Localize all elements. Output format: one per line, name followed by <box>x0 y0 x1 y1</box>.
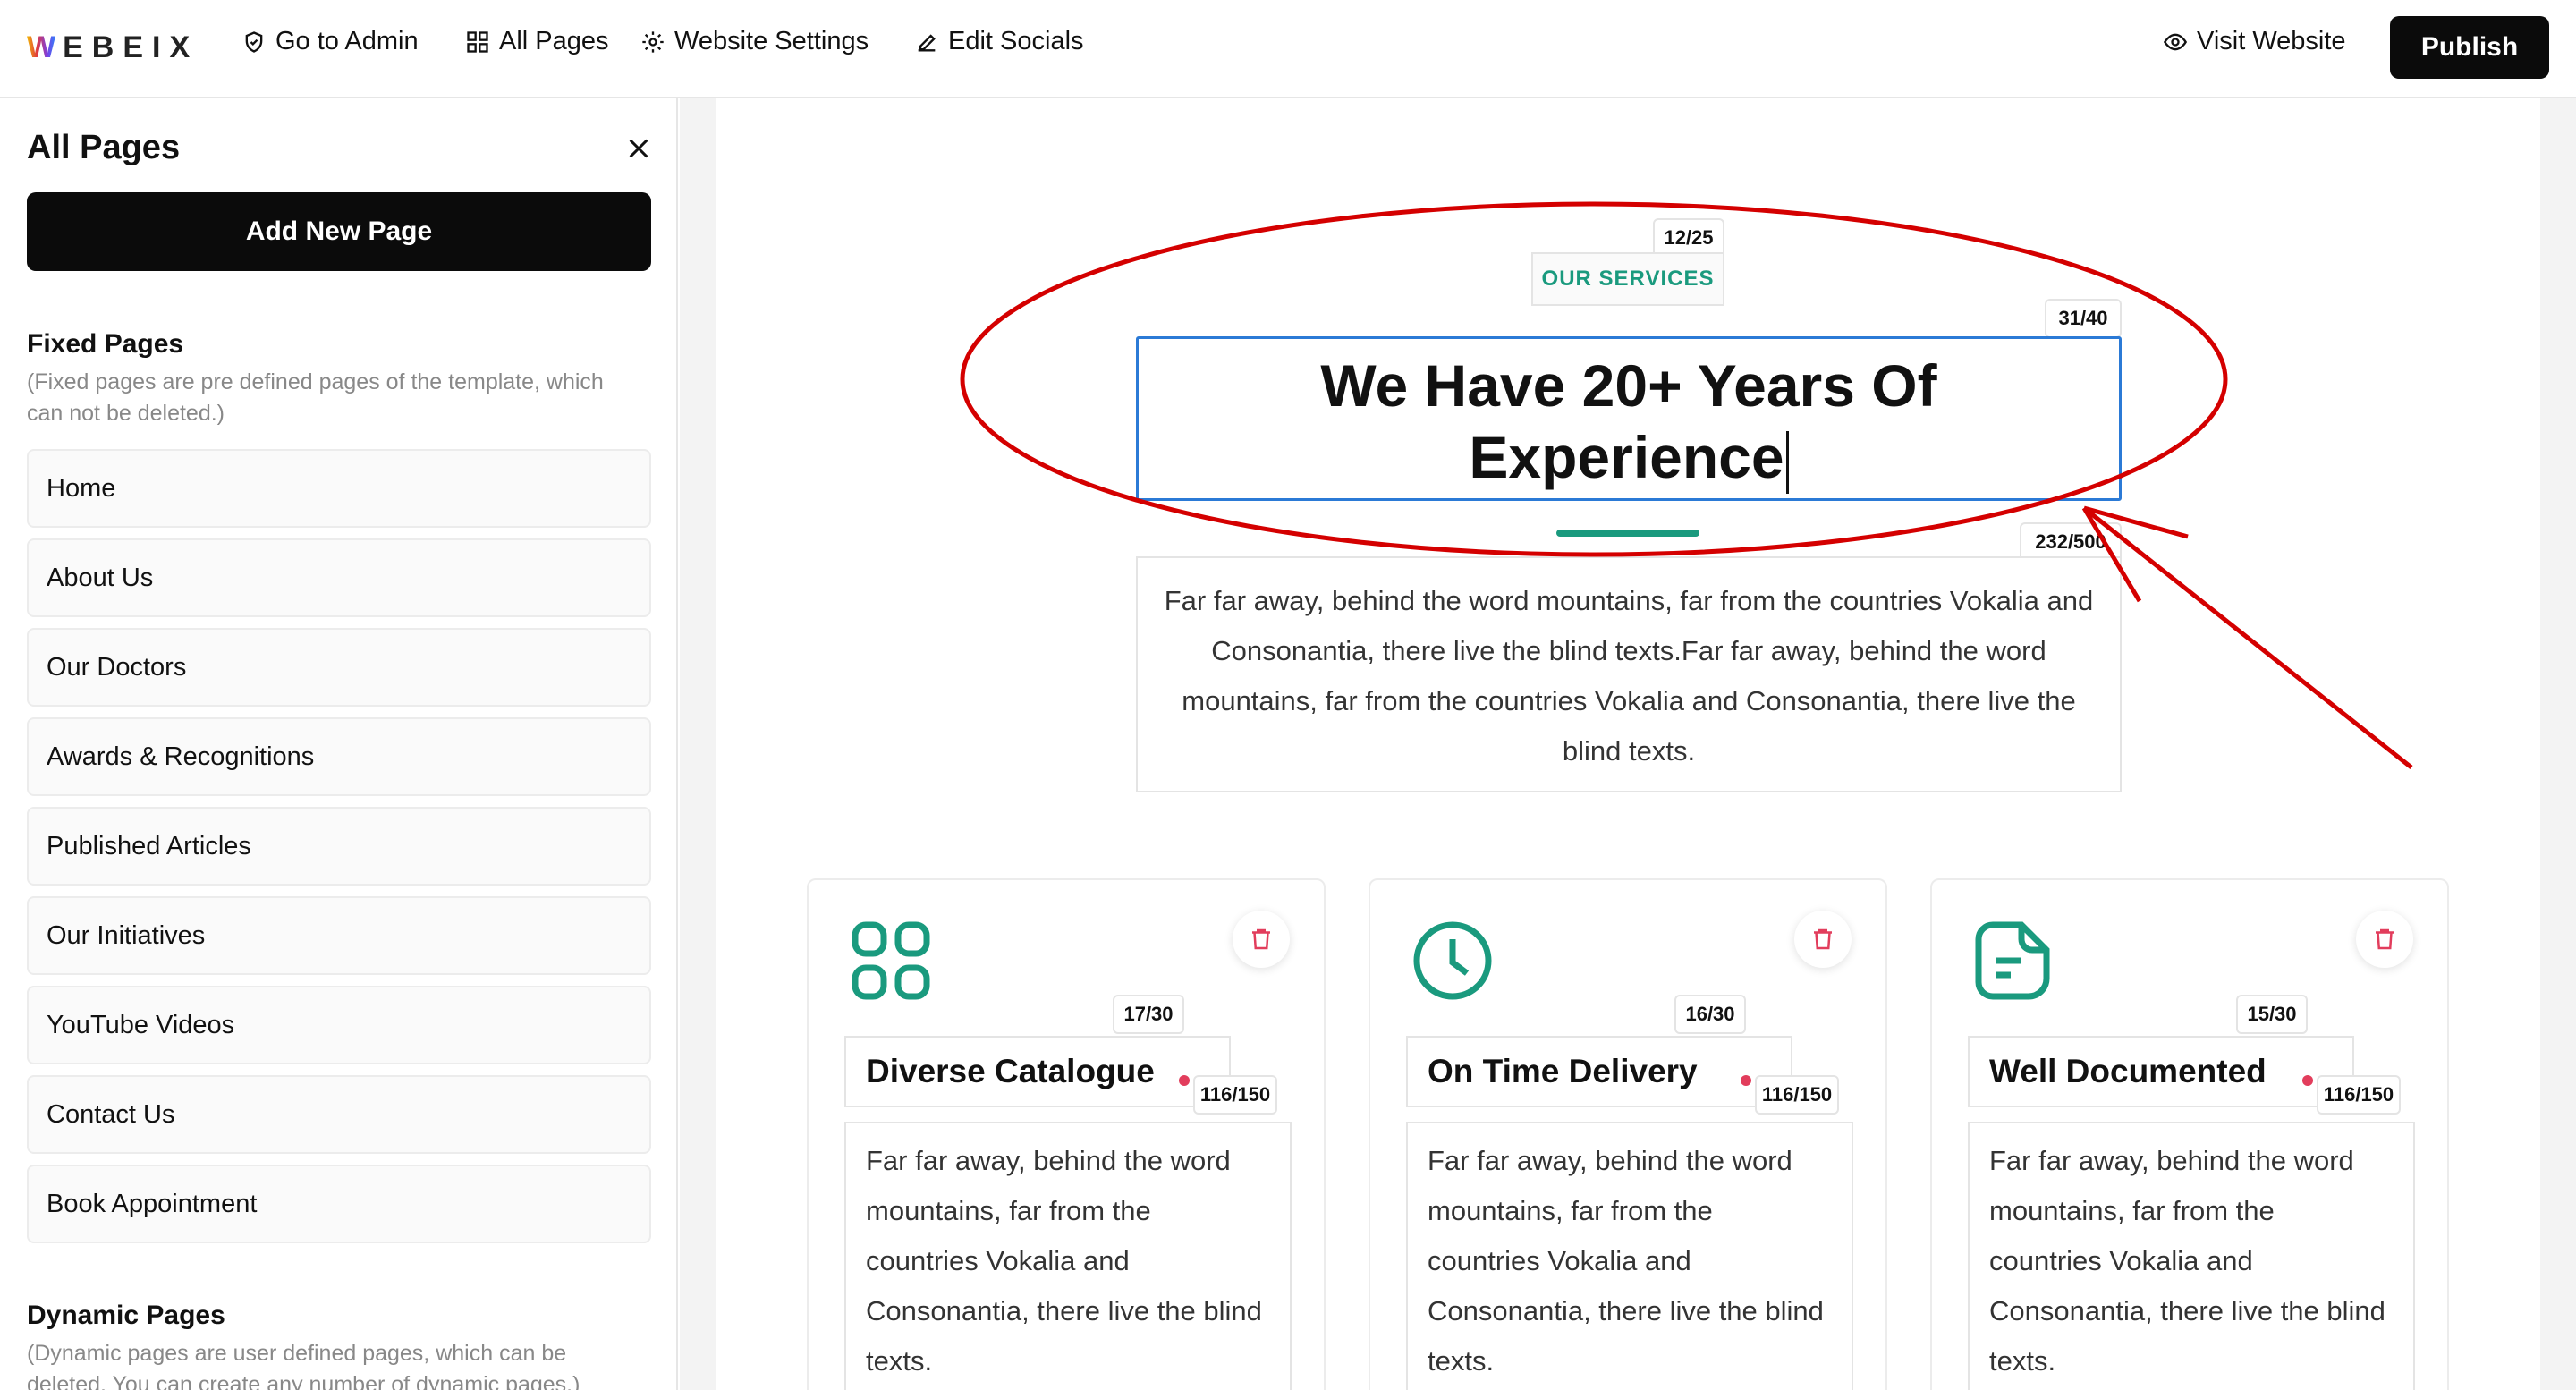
dynamic-pages-note: (Dynamic pages are user defined pages, w… <box>27 1341 580 1390</box>
top-bar: W EBEIX Go to Admin All Pages Website Se… <box>0 0 2576 98</box>
fixed-pages-title: Fixed Pages <box>27 329 184 359</box>
eye-icon <box>2163 33 2188 50</box>
go-to-admin-label: Go to Admin <box>275 27 419 55</box>
sidebar-title: All Pages <box>27 129 181 166</box>
trash-icon <box>1252 928 1270 950</box>
pencil-icon <box>918 33 936 51</box>
edit-socials-link[interactable]: Edit Socials <box>914 27 1084 56</box>
headline-char-counter: 31/40 <box>2045 299 2122 338</box>
website-settings-link[interactable]: Website Settings <box>640 27 869 56</box>
editor-canvas: 12/25 OUR SERVICES 31/40 We Have 20+ Yea… <box>716 98 2540 1390</box>
section-badge-field[interactable]: OUR SERVICES <box>1531 252 1724 306</box>
card-title-counter: 17/30 <box>1113 995 1184 1034</box>
headline-field[interactable]: We Have 20+ Years Of Experience <box>1136 336 2122 501</box>
grid-icon <box>467 30 488 53</box>
dynamic-pages-title: Dynamic Pages <box>27 1301 225 1330</box>
delete-card-button[interactable] <box>2356 911 2413 968</box>
card-title-counter: 16/30 <box>1674 995 1746 1034</box>
page-item-our-initiatives[interactable]: Our Initiatives <box>27 896 651 975</box>
delete-card-button[interactable] <box>1794 911 1852 968</box>
card-body-counter: 116/150 <box>2317 1075 2401 1115</box>
headline-line-1: We Have 20+ Years Of <box>1320 352 1937 419</box>
card-body-field[interactable]: Far far away, behind the word mountains,… <box>1406 1122 1853 1390</box>
unsaved-indicator <box>1179 1075 1190 1086</box>
document-icon <box>1975 921 2050 1000</box>
canvas-gutter-right <box>2540 98 2576 1390</box>
card-body-counter: 116/150 <box>1755 1075 1839 1115</box>
edit-socials-label: Edit Socials <box>948 27 1084 55</box>
card-title-field[interactable]: On Time Delivery <box>1406 1036 1792 1107</box>
card-title-field[interactable]: Well Documented <box>1968 1036 2354 1107</box>
logo-initial: W <box>27 30 58 64</box>
service-card: 17/30 Diverse Catalogue 116/150 Far far … <box>807 878 1326 1390</box>
headline-line-2: Experience <box>1469 424 1784 490</box>
add-new-page-button[interactable]: Add New Page <box>27 192 651 271</box>
page-item-book-appointment[interactable]: Book Appointment <box>27 1165 651 1243</box>
description-field[interactable]: Far far away, behind the word mountains,… <box>1136 556 2122 792</box>
service-card: 15/30 Well Documented 116/150 Far far aw… <box>1930 878 2449 1390</box>
trash-icon <box>2376 928 2394 950</box>
page-item-contact-us[interactable]: Contact Us <box>27 1075 651 1154</box>
delete-card-button[interactable] <box>1233 911 1290 968</box>
card-body-field[interactable]: Far far away, behind the word mountains,… <box>1968 1122 2415 1390</box>
card-body-field[interactable]: Far far away, behind the word mountains,… <box>844 1122 1292 1390</box>
section-underline <box>1556 530 1699 537</box>
headline-line-2-wrap: Experience <box>1469 421 1789 494</box>
page-item-youtube-videos[interactable]: YouTube Videos <box>27 986 651 1064</box>
service-card: 16/30 On Time Delivery 116/150 Far far a… <box>1368 878 1887 1390</box>
page-item-awards[interactable]: Awards & Recognitions <box>27 717 651 796</box>
all-pages-sidebar: All Pages Add New Page Fixed Pages (Fixe… <box>0 98 678 1390</box>
logo-text: EBEIX <box>63 30 199 64</box>
all-pages-label: All Pages <box>499 27 609 55</box>
all-pages-link[interactable]: All Pages <box>465 27 609 56</box>
shield-check-icon <box>245 30 263 53</box>
unsaved-indicator <box>1741 1075 1751 1086</box>
page-item-published-articles[interactable]: Published Articles <box>27 807 651 886</box>
page-item-about-us[interactable]: About Us <box>27 538 651 617</box>
fixed-pages-note: (Fixed pages are pre defined pages of th… <box>27 369 604 426</box>
card-body-counter: 116/150 <box>1193 1075 1277 1115</box>
visit-website-label: Visit Website <box>2197 27 2346 55</box>
website-settings-label: Website Settings <box>674 27 869 55</box>
text-caret <box>1785 430 1789 494</box>
gear-icon <box>642 30 664 53</box>
clock-icon <box>1413 921 1492 1000</box>
page-item-home[interactable]: Home <box>27 449 651 528</box>
close-icon[interactable] <box>626 136 651 161</box>
webeix-logo[interactable]: W EBEIX <box>27 25 199 70</box>
go-to-admin-link[interactable]: Go to Admin <box>242 27 419 56</box>
trash-icon <box>1814 928 1832 950</box>
card-title-counter: 15/30 <box>2236 995 2308 1034</box>
card-title-field[interactable]: Diverse Catalogue <box>844 1036 1231 1107</box>
grid-icon <box>852 921 930 1000</box>
unsaved-indicator <box>2302 1075 2313 1086</box>
visit-website-link[interactable]: Visit Website <box>2163 27 2346 56</box>
canvas-gutter-left <box>680 98 716 1390</box>
page-item-our-doctors[interactable]: Our Doctors <box>27 628 651 707</box>
publish-button[interactable]: Publish <box>2390 16 2549 79</box>
